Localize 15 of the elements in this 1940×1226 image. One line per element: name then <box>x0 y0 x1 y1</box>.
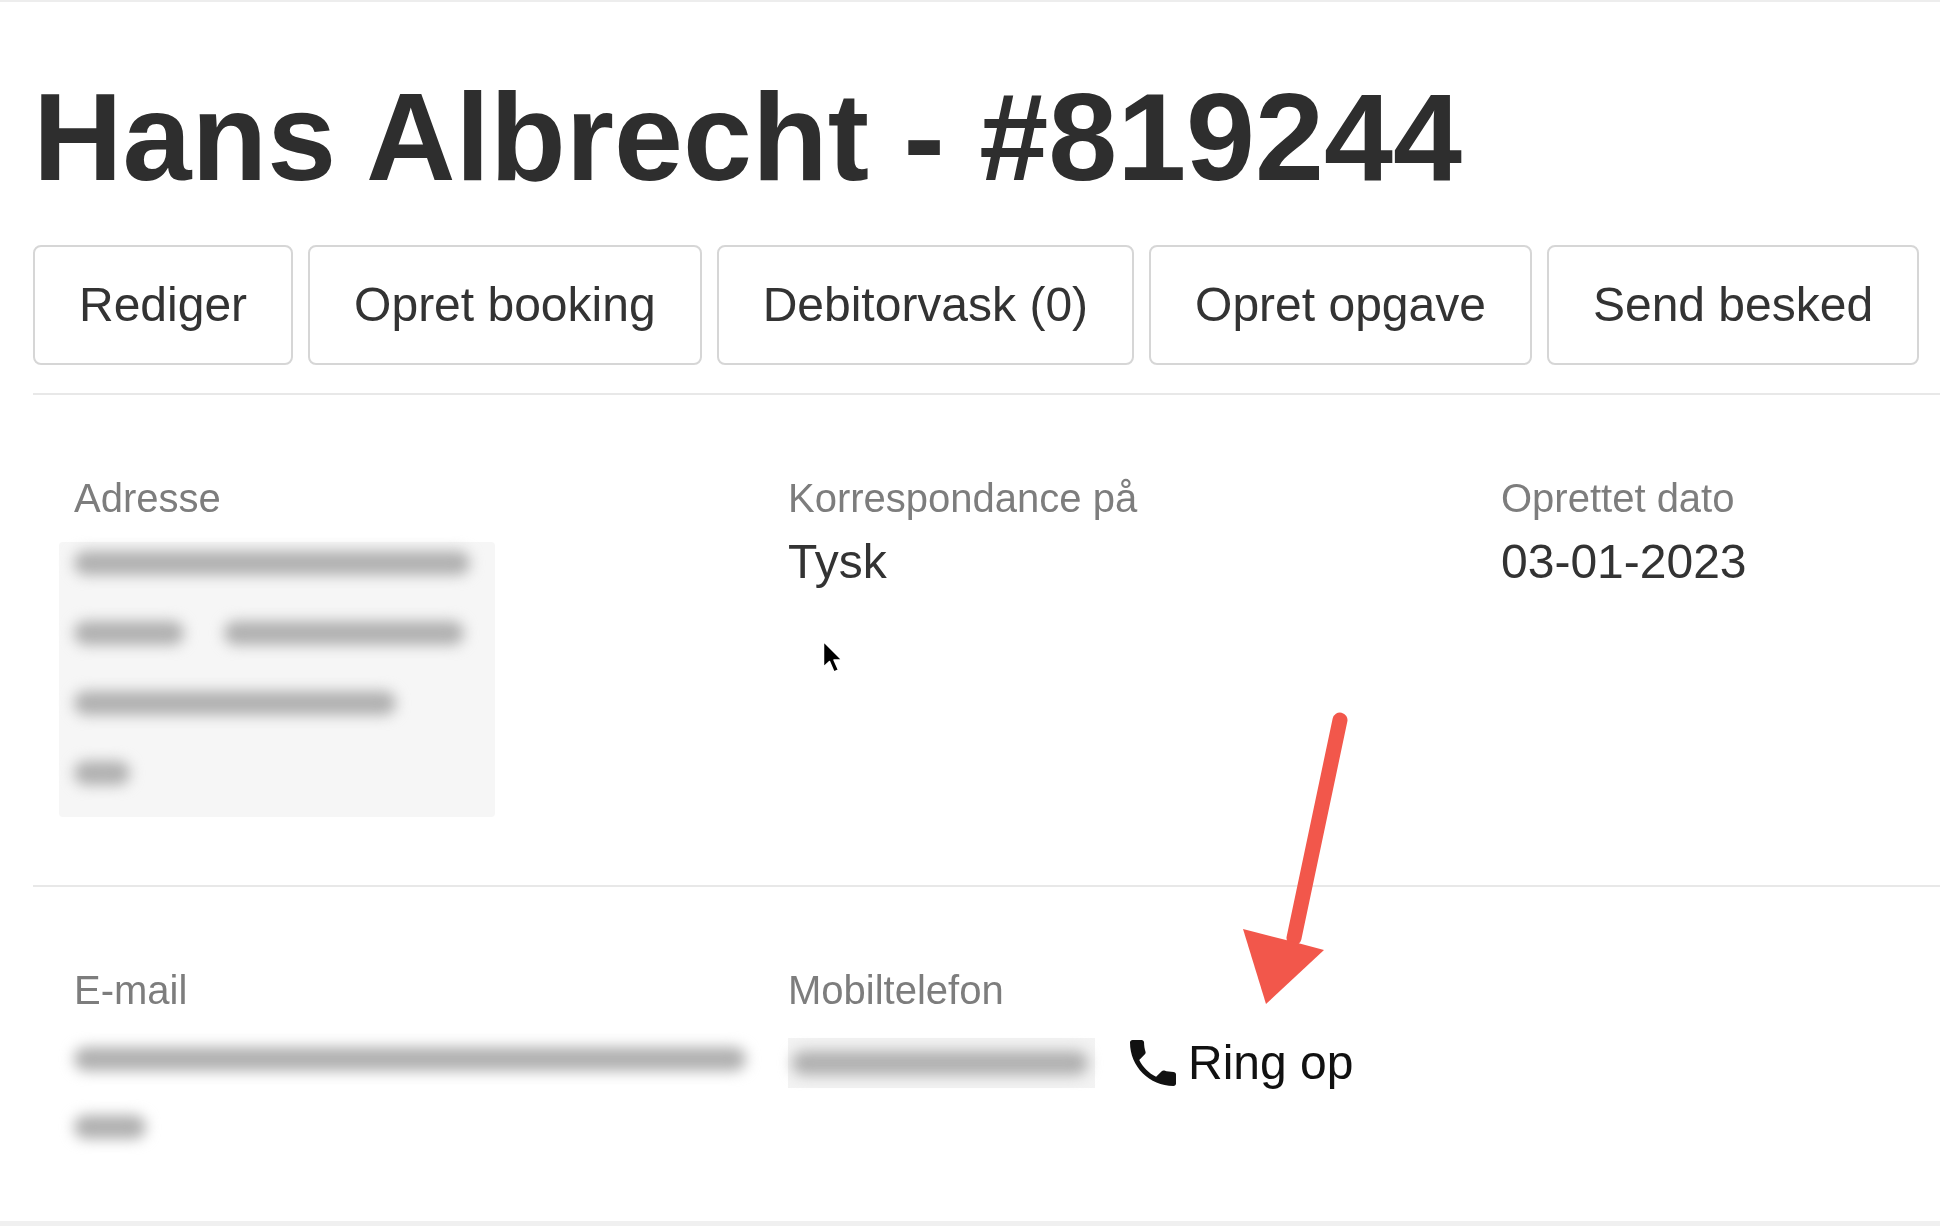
field-label: Mobiltelefon <box>788 967 1004 1014</box>
page-title: Hans Albrecht - #819244 <box>33 75 1462 199</box>
field-label: Oprettet dato <box>1501 475 1735 522</box>
action-button[interactable]: Send besked <box>1546 245 1920 365</box>
action-button[interactable]: Debitorvask (0) <box>716 245 1135 365</box>
phone-icon <box>1130 1039 1176 1086</box>
field-value: Tysk <box>788 534 887 590</box>
field-label: Adresse <box>74 475 221 522</box>
field-value: 03-01-2023 <box>1501 534 1747 590</box>
call-link[interactable]: Ring op <box>1130 1034 1354 1092</box>
action-button[interactable]: Opret booking <box>308 245 702 365</box>
field-label: Korrespondance på <box>788 475 1138 522</box>
field-label: E-mail <box>74 967 188 1014</box>
action-button[interactable]: Opret opgave <box>1149 245 1532 365</box>
action-button[interactable]: Rediger <box>33 245 294 365</box>
